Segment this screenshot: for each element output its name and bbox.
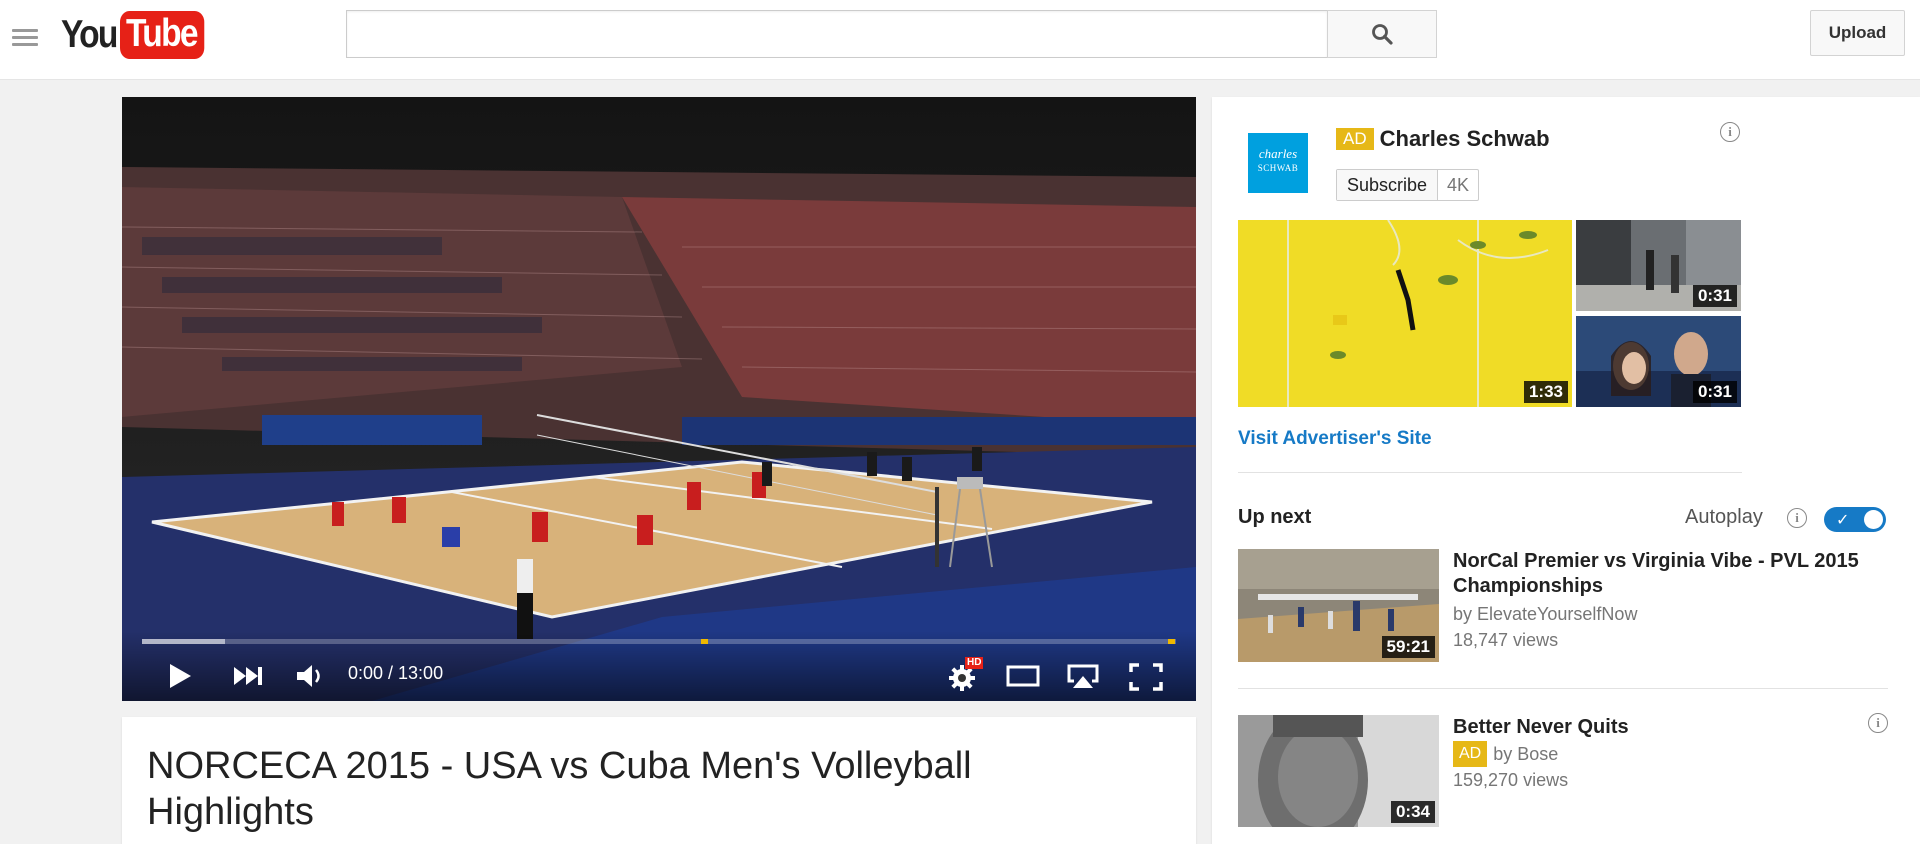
ad-header: AD Charles Schwab <box>1336 126 1550 152</box>
theater-mode-icon[interactable] <box>1006 664 1040 688</box>
ad-video-thumb-2[interactable]: 0:31 <box>1576 220 1741 311</box>
subscriber-count: 4K <box>1447 175 1470 195</box>
next-icon[interactable] <box>232 661 266 691</box>
youtube-logo[interactable]: You Tube <box>61 11 218 59</box>
watch-sidebar: charles SCHWAB AD Charles Schwab i Subsc… <box>1212 97 1920 844</box>
search-form <box>346 10 1437 58</box>
hd-badge: HD <box>965 657 984 669</box>
up-next-heading: Up next <box>1238 506 1312 528</box>
autoplay-info-icon[interactable]: i <box>1787 508 1807 528</box>
info-icon[interactable]: i <box>1868 713 1888 733</box>
ad-video-thumb-3[interactable]: 0:31 <box>1576 316 1741 407</box>
search-button[interactable] <box>1327 10 1437 58</box>
ad-video-thumb-main[interactable]: 1:33 <box>1238 220 1572 407</box>
rec-views: 18,747 views <box>1453 630 1559 650</box>
divider <box>1238 688 1888 689</box>
thumb-duration: 0:31 <box>1692 285 1737 307</box>
time-display: 0:00 / 13:00 <box>348 663 444 683</box>
video-title: NORCECA 2015 - USA vs Cuba Men's Volleyb… <box>147 745 972 833</box>
ad-badge: AD <box>1453 741 1488 767</box>
video-player[interactable]: 0:00 / 13:00 HD <box>122 97 1196 701</box>
advertiser-logo-subtext: SCHWAB <box>1257 163 1299 173</box>
rec-views: 159,270 views <box>1453 770 1569 790</box>
thumb-duration: 0:31 <box>1692 381 1737 403</box>
rec-title[interactable]: Better Never Quits <box>1453 715 1893 740</box>
logo-tube: Tube <box>119 11 205 59</box>
rec-duration: 59:21 <box>1381 636 1435 658</box>
subscribe-button[interactable]: Subscribe <box>1337 170 1439 200</box>
play-icon[interactable] <box>166 661 194 691</box>
upload-button[interactable]: Upload <box>1810 10 1905 56</box>
guide-menu-icon[interactable] <box>12 29 38 51</box>
logo-you: You <box>61 13 118 56</box>
advertiser-name[interactable]: Charles Schwab <box>1380 126 1550 152</box>
video-frame <box>122 97 1196 701</box>
airplay-icon[interactable] <box>1066 663 1100 689</box>
search-icon <box>1372 24 1393 45</box>
progress-loaded <box>142 639 225 644</box>
info-icon[interactable]: i <box>1720 122 1740 142</box>
rec-title[interactable]: NorCal Premier vs Virginia Vibe - PVL 20… <box>1453 549 1893 599</box>
advertiser-logo-text: charles <box>1258 146 1298 161</box>
settings-button[interactable]: HD <box>947 657 984 693</box>
progress-bar[interactable] <box>142 639 1176 644</box>
subscribe-control: Subscribe 4K <box>1336 169 1480 201</box>
rec-channel: by ElevateYourselfNow <box>1453 604 1638 624</box>
visit-advertiser-link[interactable]: Visit Advertiser's Site <box>1238 428 1432 450</box>
autoplay-label: Autoplay <box>1685 506 1763 528</box>
masthead: You Tube Upload <box>0 0 1920 80</box>
rec-duration: 0:34 <box>1390 801 1435 823</box>
ad-thumb-image <box>1238 220 1572 407</box>
advertiser-logo[interactable]: charles SCHWAB <box>1248 133 1308 193</box>
video-info-card: NORCECA 2015 - USA vs Cuba Men's Volleyb… <box>122 717 1196 844</box>
divider <box>1238 472 1742 473</box>
volume-icon[interactable] <box>294 661 328 691</box>
rec-channel-row: AD by Bose <box>1453 741 1558 767</box>
toggle-knob <box>1864 510 1883 529</box>
rec-thumbnail[interactable]: 59:21 <box>1238 549 1439 662</box>
ad-marker <box>701 639 708 644</box>
ad-marker <box>1168 639 1175 644</box>
rec-channel: by Bose <box>1493 744 1559 764</box>
search-input[interactable] <box>346 10 1327 58</box>
thumb-duration: 1:33 <box>1523 381 1568 403</box>
ad-video-thumbnails: 1:33 0:31 0:31 <box>1238 220 1742 407</box>
recommendation-item-ad[interactable]: 0:34 Better Never Quits AD by Bose 159,2… <box>1238 713 1898 830</box>
player-controls: 0:00 / 13:00 HD <box>122 631 1196 701</box>
fullscreen-icon[interactable] <box>1128 662 1164 692</box>
ad-badge: AD <box>1336 128 1374 150</box>
rec-thumbnail[interactable]: 0:34 <box>1238 715 1439 827</box>
autoplay-toggle[interactable]: ✓ <box>1824 507 1886 532</box>
recommendation-item[interactable]: 59:21 NorCal Premier vs Virginia Vibe - … <box>1238 549 1898 664</box>
check-icon: ✓ <box>1836 512 1850 529</box>
